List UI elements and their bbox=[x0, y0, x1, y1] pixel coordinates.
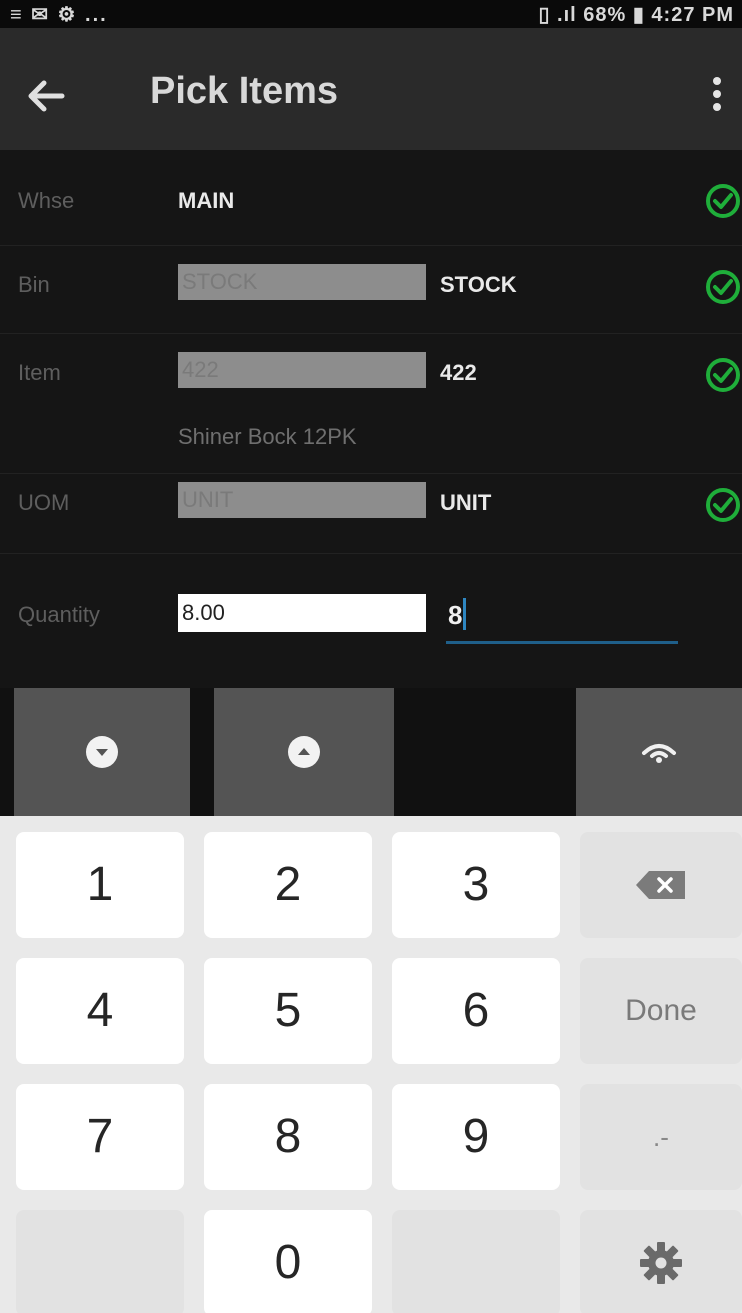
blank-key-left bbox=[16, 1210, 184, 1313]
scan-button[interactable] bbox=[576, 688, 742, 816]
key-4[interactable]: 4 bbox=[16, 958, 184, 1064]
warehouse-row: Whse MAIN bbox=[0, 150, 742, 246]
item-value: 422 bbox=[440, 360, 477, 385]
circle-up-icon bbox=[288, 736, 320, 768]
quantity-input-value: 8 bbox=[448, 600, 463, 630]
check-circle-icon bbox=[706, 358, 740, 392]
more-vert-icon bbox=[702, 77, 732, 111]
item-description: Shiner Bock 12PK bbox=[178, 424, 357, 449]
scroll-down-button[interactable] bbox=[14, 688, 190, 816]
back-button[interactable] bbox=[18, 68, 74, 124]
key-6[interactable]: 6 bbox=[392, 958, 560, 1064]
backspace-key[interactable] bbox=[580, 832, 742, 938]
circle-down-icon bbox=[86, 736, 118, 768]
check-circle-icon bbox=[706, 270, 740, 304]
quantity-label: Quantity bbox=[18, 602, 100, 627]
status-indicators: ▯ .ıl 68% ▮ 4:27 PM bbox=[538, 4, 734, 26]
uom-label: UOM bbox=[18, 490, 70, 515]
uom-value: UNIT bbox=[440, 490, 492, 515]
blank-key-right bbox=[392, 1210, 560, 1313]
check-circle-icon bbox=[706, 488, 740, 522]
notification-icons: ≡ ✉ ⚙ ... bbox=[10, 4, 108, 26]
overflow-menu-button[interactable] bbox=[702, 72, 732, 124]
bin-label: Bin bbox=[18, 272, 50, 297]
key-2[interactable]: 2 bbox=[204, 832, 372, 938]
uom-row: UNIT UOM UNIT bbox=[0, 474, 742, 554]
key-7[interactable]: 7 bbox=[16, 1084, 184, 1190]
keyboard-settings-key[interactable] bbox=[580, 1210, 742, 1313]
scroll-up-button[interactable] bbox=[214, 688, 394, 816]
uom-field[interactable]: UNIT bbox=[178, 482, 426, 518]
app-bar: Pick Items bbox=[0, 28, 742, 150]
key-3[interactable]: 3 bbox=[392, 832, 560, 938]
quantity-input[interactable]: 8 bbox=[446, 594, 678, 644]
done-key[interactable]: Done bbox=[580, 958, 742, 1064]
bin-value: STOCK bbox=[440, 272, 517, 297]
pick-form: Whse MAIN STOCK Bin STOCK 422 Item 422 S… bbox=[0, 150, 742, 688]
backspace-icon bbox=[636, 871, 685, 899]
numeric-keyboard: 1 2 3 4 5 6 Done 7 8 9 .- 0 bbox=[0, 816, 742, 1313]
arrow-left-icon bbox=[28, 80, 65, 112]
wifi-scan-icon bbox=[642, 744, 676, 763]
warehouse-value: MAIN bbox=[178, 188, 235, 213]
warehouse-label: Whse bbox=[18, 188, 75, 213]
gear-icon bbox=[640, 1242, 682, 1284]
key-5[interactable]: 5 bbox=[204, 958, 372, 1064]
status-bar: ≡ ✉ ⚙ ... ▯ .ıl 68% ▮ 4:27 PM bbox=[0, 0, 742, 28]
quantity-default-field[interactable]: 8.00 bbox=[178, 594, 426, 632]
page-title: Pick Items bbox=[150, 70, 338, 112]
action-toolbar bbox=[0, 688, 742, 816]
key-0[interactable]: 0 bbox=[204, 1210, 372, 1313]
punctuation-key[interactable]: .- bbox=[580, 1084, 742, 1190]
item-label: Item bbox=[18, 360, 61, 385]
item-row: 422 Item 422 Shiner Bock 12PK bbox=[0, 334, 742, 474]
key-9[interactable]: 9 bbox=[392, 1084, 560, 1190]
bin-row: STOCK Bin STOCK bbox=[0, 246, 742, 334]
key-1[interactable]: 1 bbox=[16, 832, 184, 938]
bin-field[interactable]: STOCK bbox=[178, 264, 426, 300]
check-circle-icon bbox=[706, 184, 740, 218]
key-8[interactable]: 8 bbox=[204, 1084, 372, 1190]
item-field[interactable]: 422 bbox=[178, 352, 426, 388]
quantity-row: Quantity 8.00 8 bbox=[0, 554, 742, 688]
text-cursor bbox=[463, 598, 467, 630]
